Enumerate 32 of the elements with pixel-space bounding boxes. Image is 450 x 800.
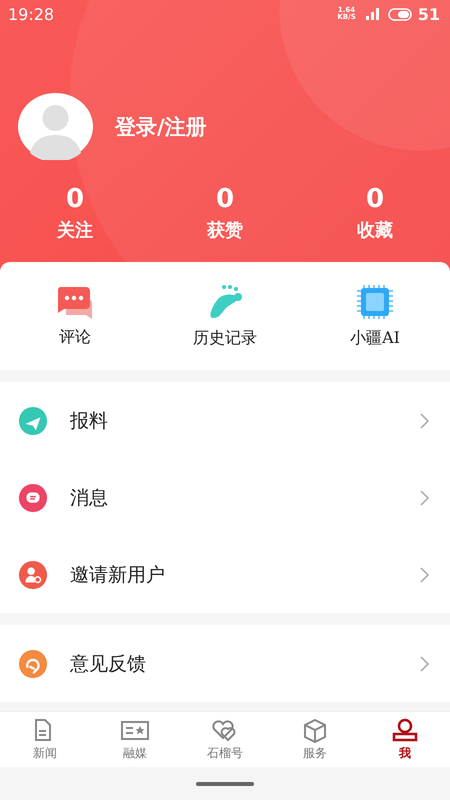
- tab-item[interactable]: 服务: [270, 712, 360, 767]
- chevron-icon: [420, 566, 430, 582]
- tab-item[interactable]: 我: [360, 712, 450, 767]
- add-user-icon: [18, 560, 48, 590]
- shortcut-item[interactable]: 评论: [0, 262, 150, 370]
- menu-row[interactable]: 消息: [0, 459, 450, 536]
- menu-row[interactable]: 邀请新用户: [0, 536, 450, 613]
- message-icon: [18, 482, 48, 512]
- tab-item[interactable]: 融媒: [90, 712, 180, 767]
- shortcut-item[interactable]: 小疆AI: [300, 262, 450, 370]
- shortcut-item[interactable]: 历史记录: [150, 262, 300, 370]
- tab-item[interactable]: 新闻: [0, 712, 90, 767]
- chip-icon: [356, 284, 394, 320]
- menu-row[interactable]: 报料: [0, 382, 450, 459]
- avatar[interactable]: [18, 93, 93, 160]
- stat-count: 0: [216, 184, 234, 214]
- chat-bubbles-icon: [56, 284, 94, 318]
- battery-level: 51: [418, 4, 440, 24]
- stat-count: 0: [366, 184, 384, 214]
- paper-plane-icon: [18, 406, 48, 436]
- battery-icon: [388, 8, 412, 20]
- chevron-icon: [420, 490, 430, 506]
- tab-item[interactable]: 石榴号: [180, 712, 270, 767]
- feedback-icon: [18, 648, 48, 678]
- person-icon: [391, 718, 419, 742]
- chevron-icon: [420, 412, 430, 428]
- stat-count: 0: [66, 184, 84, 214]
- chevron-icon: [420, 656, 430, 672]
- status-time: 19:28: [8, 4, 56, 24]
- menu-row[interactable]: 意见反馈: [0, 625, 450, 702]
- cube-icon: [301, 718, 329, 742]
- home-indicator[interactable]: [196, 782, 254, 786]
